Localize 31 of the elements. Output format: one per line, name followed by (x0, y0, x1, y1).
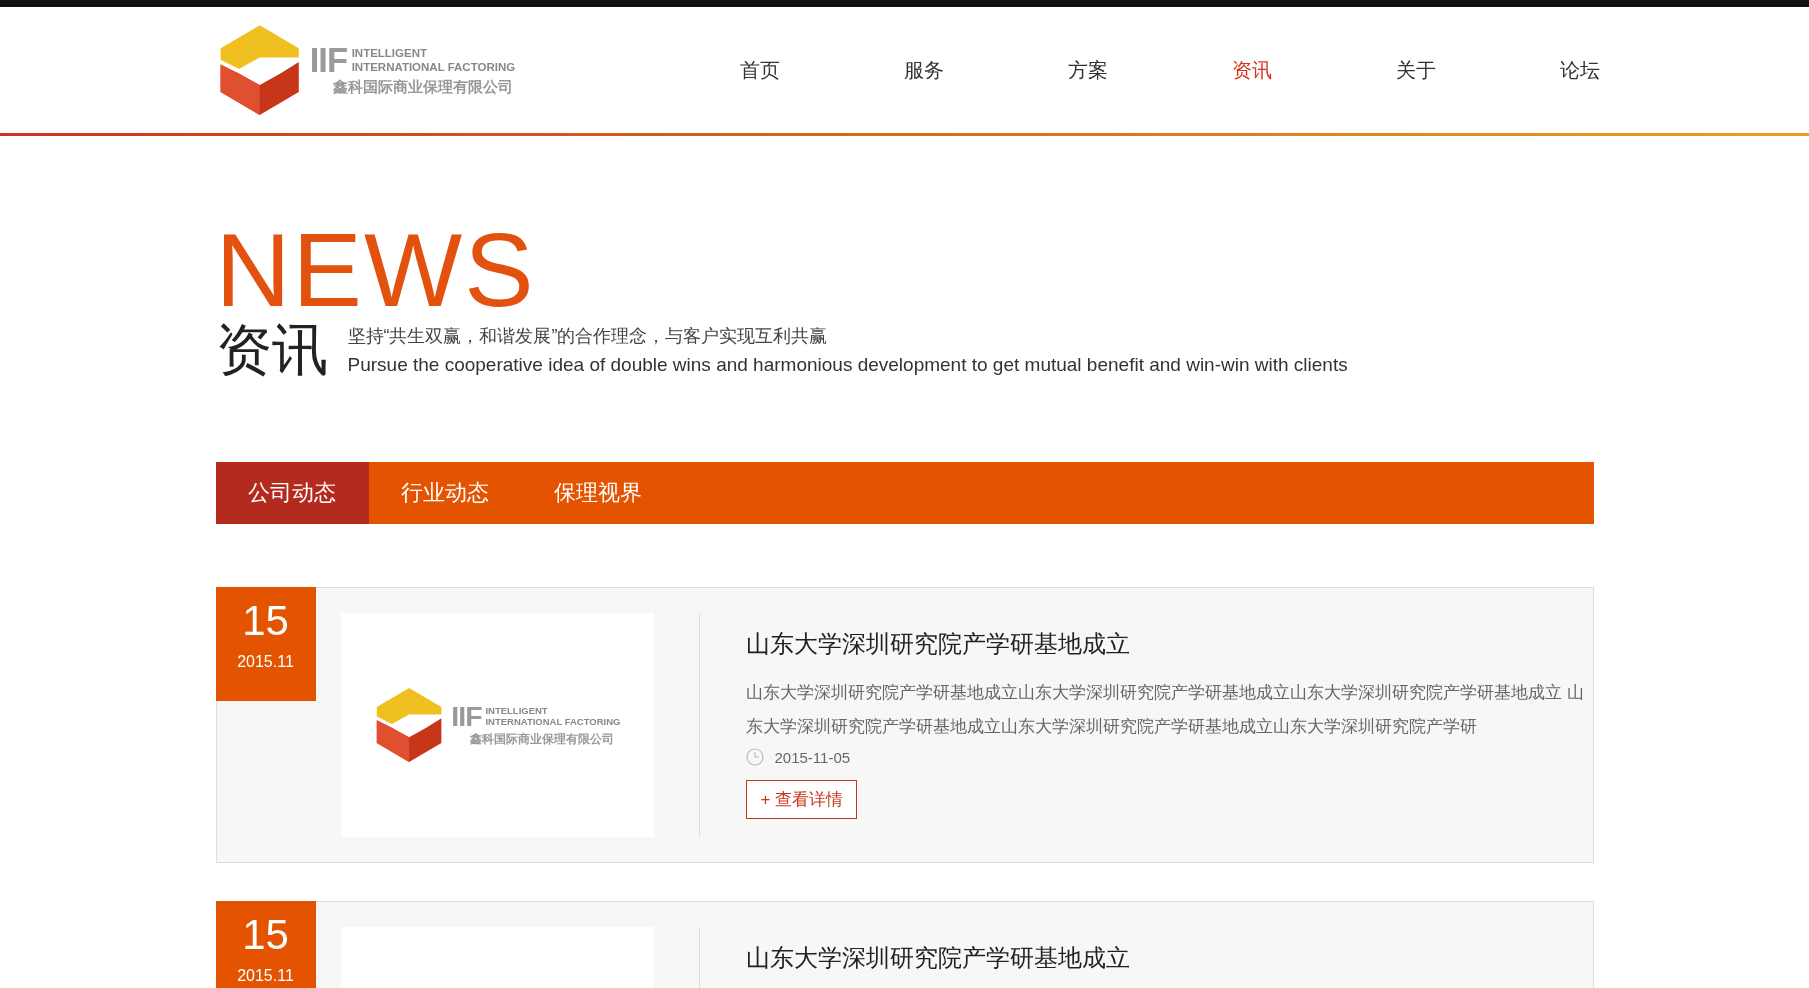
category-tab[interactable]: 行业动态 (368, 462, 522, 524)
date-month: 2015.11 (237, 653, 294, 671)
company-name: 鑫科国际商业保理有限公司 (470, 730, 616, 748)
nav-link[interactable]: 服务 (779, 56, 944, 84)
nav-link[interactable]: 资讯 (1107, 56, 1272, 84)
logo-tagline: INTELLIGENT (485, 704, 549, 717)
slogan-text: 坚持“共生双赢，和谐发展”的合作理念，与客户实现互利共赢 (347, 324, 829, 348)
nav-link[interactable]: 关于 (1271, 56, 1436, 84)
date-day: 15 (242, 911, 289, 959)
page-title: NEWS (215, 224, 536, 318)
logo-tagline: INTERNATIONAL FACTORING (351, 60, 516, 75)
nav-link[interactable]: 方案 (943, 56, 1108, 84)
logo-mark: IIF (309, 43, 348, 78)
page-subtitle: 资讯 (215, 321, 328, 378)
company-name: 鑫科国际商业保理有限公司 (332, 77, 514, 97)
nav-link[interactable]: 论坛 (1435, 56, 1600, 84)
date-day: 15 (242, 597, 289, 645)
logo-tagline: INTERNATIONAL FACTORING (485, 716, 621, 729)
logo-mark: IIF (451, 702, 482, 731)
nav-link[interactable]: 首页 (615, 56, 780, 84)
news-title[interactable]: 山东大学深圳研究院产学研基地成立 (746, 942, 1131, 974)
view-details-button[interactable]: + 查看详情 (746, 780, 858, 819)
logo-tagline: INTELLIGENT (351, 46, 428, 61)
category-tab[interactable]: 保理视界 (521, 462, 675, 524)
category-tab[interactable]: 公司动态 (215, 462, 369, 524)
news-date: 2015-11-05 (774, 748, 851, 766)
news-summary: 山东大学深圳研究院产学研基地成立山东大学深圳研究院产学研基地成立山东大学深圳研究院产学研基地成立 山东大学深圳研究院产学研基地成立山东大学深圳研究院产学研基地成立山东大学深圳研究院产学研 (746, 682, 1586, 738)
news-title[interactable]: 山东大学深圳研究院产学研基地成立 (746, 628, 1131, 660)
clock-icon (746, 748, 765, 766)
slogan-text: Pursue the cooperative idea of double wins and harmonious development to get mutual benefit and win-win with clients (347, 353, 1348, 376)
date-month: 2015.11 (237, 967, 294, 985)
